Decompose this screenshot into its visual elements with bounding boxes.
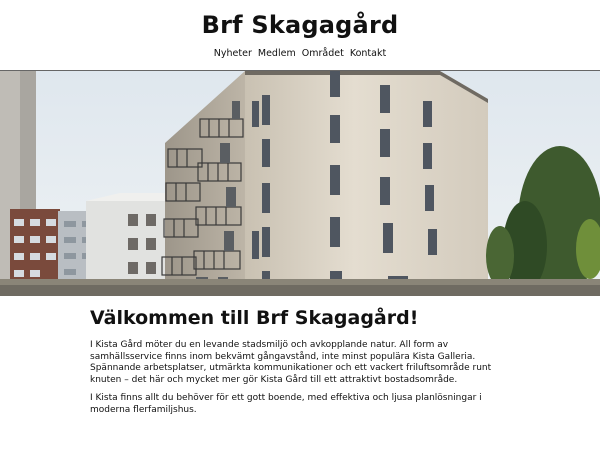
nav-item-medlem[interactable]: Medlem bbox=[258, 48, 296, 59]
welcome-heading: Välkommen till Brf Skagagård! bbox=[90, 307, 419, 329]
site-header: Brf Skagagård Nyheter Medlem Området Kon… bbox=[0, 0, 600, 60]
nav-item-kontakt[interactable]: Kontakt bbox=[350, 48, 386, 59]
intro-paragraph: I Kista Gård möter du en levande stadsmi… bbox=[90, 340, 492, 385]
hero-building-photo bbox=[0, 71, 600, 296]
nav-item-nyheter[interactable]: Nyheter bbox=[214, 48, 252, 59]
living-paragraph: I Kista finns allt du behöver för ett go… bbox=[90, 393, 482, 415]
hero-image bbox=[0, 70, 600, 296]
site-title: Brf Skagagård bbox=[201, 11, 399, 39]
nav-item-omradet[interactable]: Området bbox=[302, 48, 344, 59]
main-nav: Nyheter Medlem Området Kontakt bbox=[0, 48, 600, 60]
welcome-section: Välkommen till Brf Skagagård! I Kista Gå… bbox=[90, 306, 510, 417]
